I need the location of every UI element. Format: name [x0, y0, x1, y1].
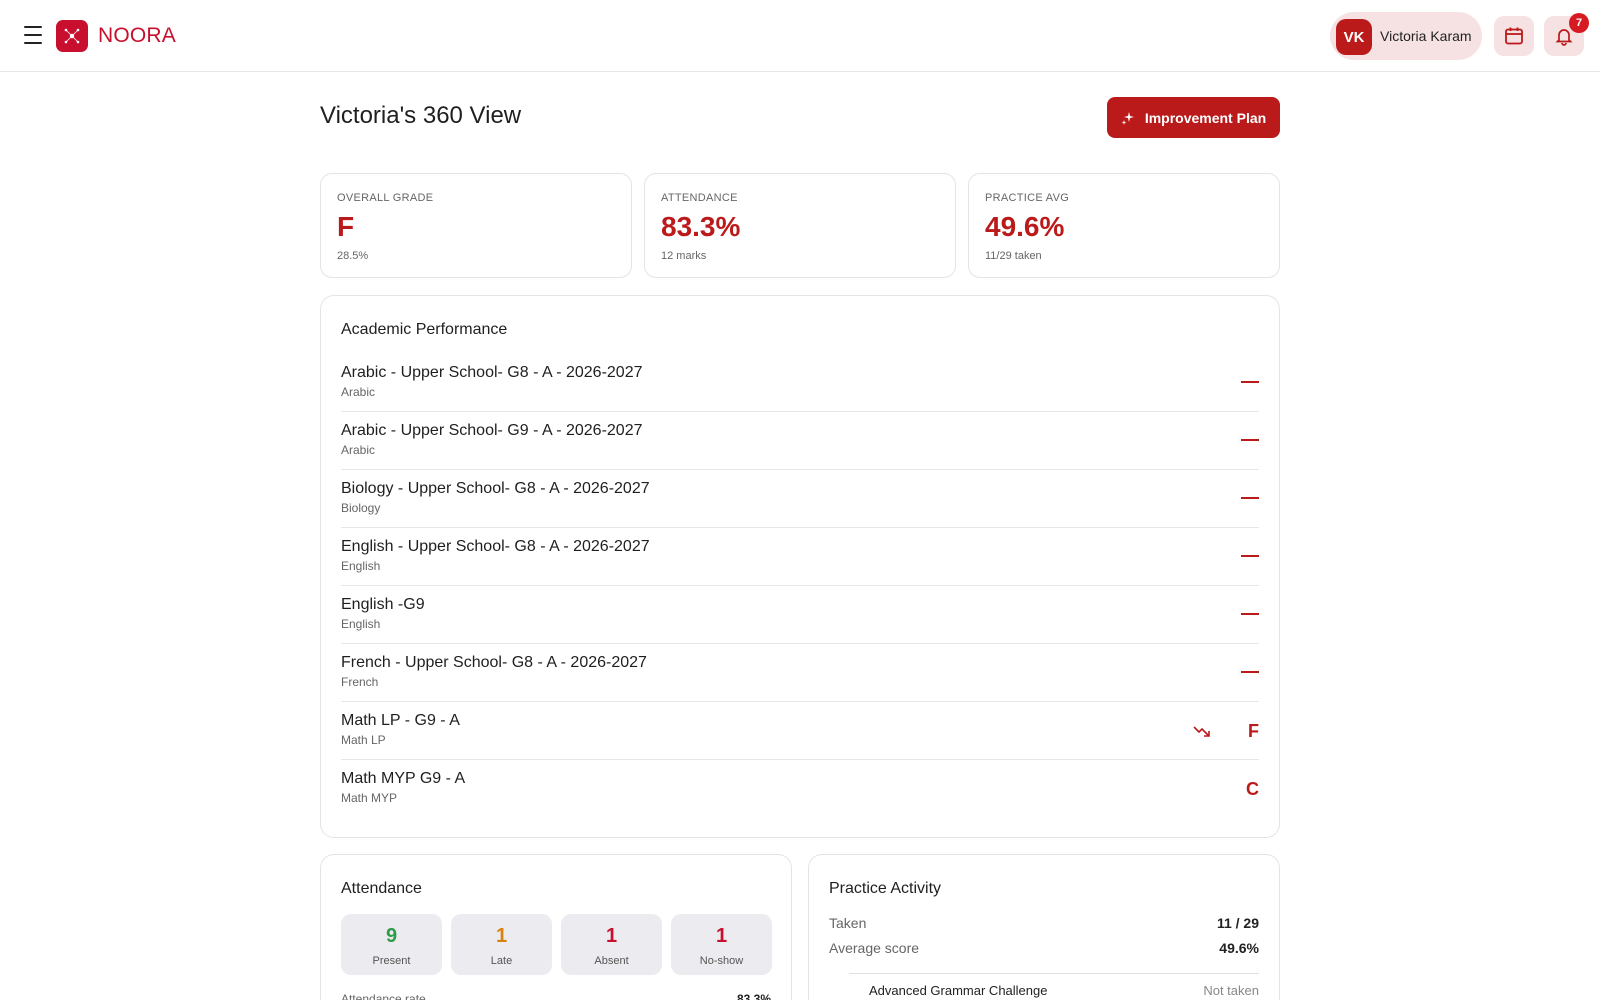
attendance-card: Attendance 9 Present 1 Late 1 Absent 1 N…	[320, 854, 792, 1000]
taken-label: Taken	[829, 915, 867, 931]
course-subject: Biology	[341, 501, 381, 515]
no-grade-dash	[1241, 671, 1259, 673]
stat-subtext: 12 marks	[661, 250, 707, 262]
course-name: Math LP - G9 - A	[341, 712, 460, 729]
course-subject: Arabic	[341, 385, 376, 399]
average-score-value: 49.6%	[1219, 940, 1259, 956]
logo-icon	[56, 20, 88, 52]
course-row[interactable]: English -G9 English	[341, 586, 1259, 644]
course-name: French - Upper School- G8 - A - 2026-202…	[341, 654, 647, 671]
practice-avg-card: PRACTICE AVG 49.6% 11/29 taken	[968, 173, 1280, 278]
course-row[interactable]: Biology - Upper School- G8 - A - 2026-20…	[341, 470, 1259, 528]
attendance-rate-label: Attendance rate	[341, 992, 426, 1000]
course-row[interactable]: Arabic - Upper School- G8 - A - 2026-202…	[341, 354, 1259, 412]
calendar-button[interactable]	[1494, 16, 1534, 56]
stat-value: F	[337, 211, 355, 242]
course-subject: English	[341, 559, 381, 573]
course-name: Arabic - Upper School- G9 - A - 2026-202…	[341, 422, 643, 439]
taken-value: 11 / 29	[1216, 915, 1259, 931]
menu-icon[interactable]	[24, 26, 48, 46]
practice-item-name[interactable]: Advanced Grammar Challenge	[869, 983, 1047, 998]
stat-subtext: 11/29 taken	[985, 250, 1042, 262]
present-label: Present	[372, 955, 411, 967]
course-subject: English	[341, 617, 381, 631]
notification-count-badge: 7	[1569, 13, 1589, 33]
no-grade-dash	[1241, 555, 1259, 557]
improvement-plan-label: Improvement Plan	[1144, 109, 1267, 126]
course-grade: F	[1248, 721, 1259, 741]
no-grade-dash	[1241, 497, 1259, 499]
course-subject: Arabic	[341, 443, 376, 457]
practice-activity-title: Practice Activity	[829, 880, 942, 897]
course-subject: Math MYP	[341, 791, 398, 805]
stat-label: OVERALL GRADE	[337, 192, 434, 204]
course-name: Biology - Upper School- G8 - A - 2026-20…	[341, 480, 650, 497]
stat-label: PRACTICE AVG	[985, 192, 1070, 204]
present-tile: 9 Present	[341, 914, 442, 975]
late-count: 1	[495, 925, 508, 947]
absent-count: 1	[605, 925, 618, 947]
stat-subtext: 28.5%	[337, 250, 369, 262]
course-row[interactable]: French - Upper School- G8 - A - 2026-202…	[341, 644, 1259, 702]
attendance-title: Attendance	[341, 880, 422, 897]
no-grade-dash	[1241, 381, 1259, 383]
course-grade: C	[1246, 779, 1259, 799]
absent-tile: 1 Absent	[561, 914, 662, 975]
academic-performance-card: Academic Performance Arabic - Upper Scho…	[320, 295, 1280, 838]
divider	[849, 973, 1259, 974]
avatar: VK	[1336, 19, 1372, 55]
logo-text: NOORA	[98, 24, 177, 47]
course-row[interactable]: Math LP - G9 - A Math LP F	[341, 702, 1259, 760]
stat-label: ATTENDANCE	[661, 192, 738, 204]
top-bar: NOORA VK Victoria Karam 7	[0, 0, 1600, 72]
course-name: English - Upper School- G8 - A - 2026-20…	[341, 538, 650, 555]
course-row[interactable]: Arabic - Upper School- G9 - A - 2026-202…	[341, 412, 1259, 470]
no-show-count: 1	[715, 925, 728, 947]
course-row[interactable]: Math MYP G9 - A Math MYP C	[341, 760, 1259, 818]
no-show-tile: 1 No-show	[671, 914, 772, 975]
academic-performance-title: Academic Performance	[341, 321, 508, 338]
stat-value: 83.3%	[661, 211, 741, 242]
stat-value: 49.6%	[985, 211, 1065, 242]
course-name: Math MYP G9 - A	[341, 770, 466, 787]
absent-label: Absent	[594, 955, 629, 967]
user-menu-button[interactable]: VK Victoria Karam	[1330, 12, 1482, 60]
overall-grade-card: OVERALL GRADE F 28.5%	[320, 173, 632, 278]
late-tile: 1 Late	[451, 914, 552, 975]
page-title: Victoria's 360 View	[320, 102, 522, 129]
average-score-label: Average score	[829, 940, 920, 956]
course-name: Arabic - Upper School- G8 - A - 2026-202…	[341, 364, 643, 381]
sparkle-icon	[1121, 111, 1134, 125]
practice-activity-card: Practice Activity Taken 11 / 29 Average …	[808, 854, 1280, 1000]
course-name: English -G9	[341, 596, 425, 613]
present-count: 9	[385, 925, 398, 947]
attendance-rate-value: 83.3%	[736, 992, 771, 1000]
practice-item-status: Not taken	[1203, 983, 1259, 998]
calendar-icon	[1505, 27, 1523, 45]
no-show-label: No-show	[699, 955, 744, 967]
late-label: Late	[490, 955, 513, 967]
course-row[interactable]: English - Upper School- G8 - A - 2026-20…	[341, 528, 1259, 586]
improvement-plan-button[interactable]: Improvement Plan	[1107, 97, 1280, 138]
course-subject: Math LP	[341, 733, 386, 747]
no-grade-dash	[1241, 439, 1259, 441]
attendance-stat-card: ATTENDANCE 83.3% 12 marks	[644, 173, 956, 278]
user-name: Victoria Karam	[1380, 28, 1472, 44]
trending-down-icon	[1193, 726, 1210, 737]
no-grade-dash	[1241, 613, 1259, 615]
course-subject: French	[341, 675, 379, 689]
